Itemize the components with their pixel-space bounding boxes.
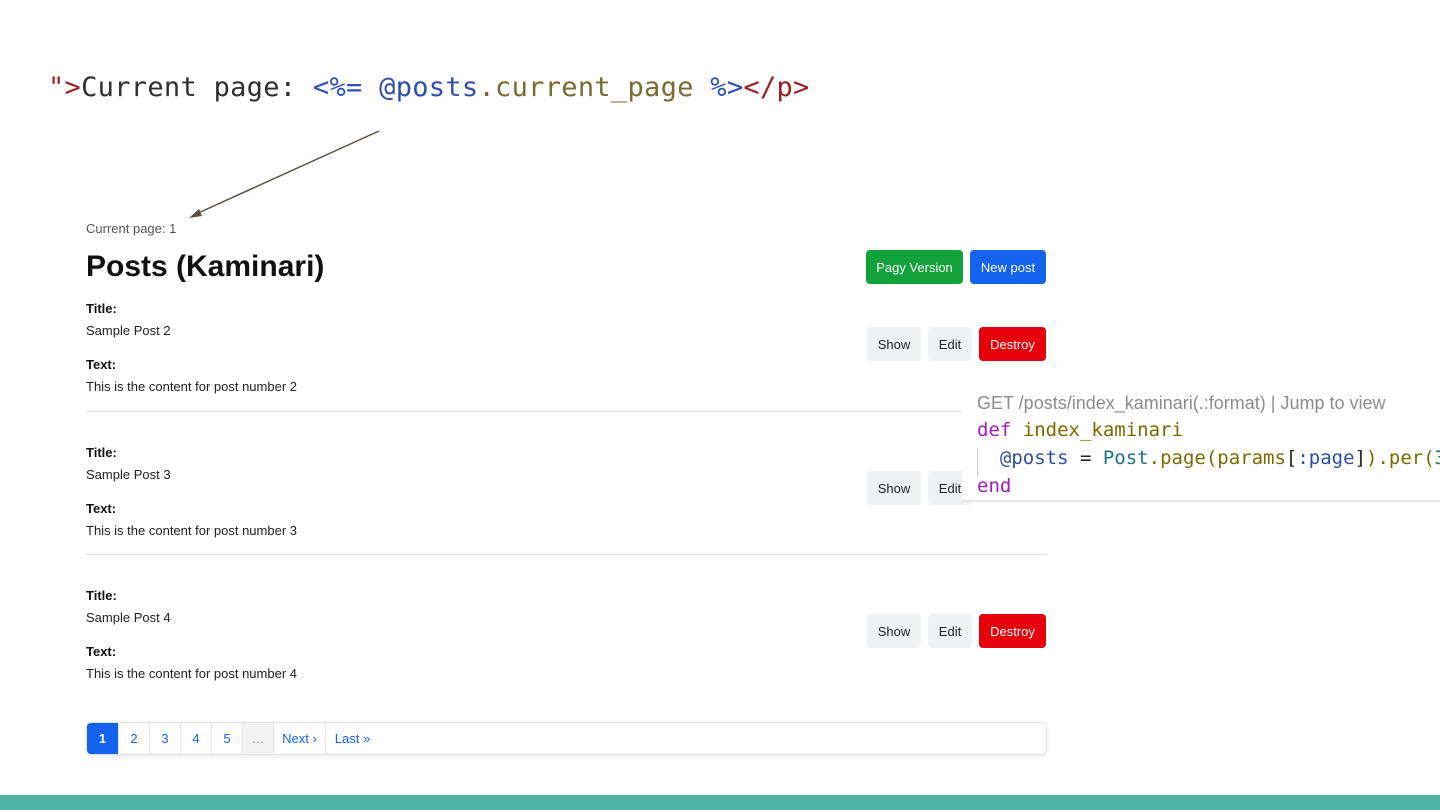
- page-title: Posts (Kaminari): [86, 250, 325, 283]
- text-label: Text:: [86, 644, 117, 659]
- title-label: Title:: [86, 301, 117, 316]
- page-link-1[interactable]: 1: [87, 723, 119, 754]
- divider: [86, 411, 1046, 412]
- title-label: Title:: [86, 588, 117, 603]
- show-button[interactable]: Show: [867, 471, 921, 505]
- code-line-def: def index_kaminari: [977, 419, 1183, 441]
- title-label: Title:: [86, 445, 117, 460]
- post-text: This is the content for post number 2: [86, 379, 297, 394]
- page-link-3[interactable]: 3: [150, 723, 181, 754]
- last-page-link[interactable]: Last »: [326, 723, 379, 754]
- code-line-assign: @posts = Post.page(params[:page]).per(3): [977, 447, 1440, 469]
- code-token: @posts: [999, 447, 1069, 469]
- code-token: ).per(: [1366, 447, 1435, 469]
- post-text: This is the content for post number 4: [86, 666, 297, 681]
- post-text: This is the content for post number 3: [86, 523, 297, 538]
- edit-button[interactable]: Edit: [928, 614, 972, 648]
- footer-bar: [0, 795, 1440, 810]
- divider: [86, 554, 1046, 555]
- new-post-button[interactable]: New post: [970, 250, 1046, 284]
- code-token: :page: [1297, 447, 1355, 469]
- edit-button[interactable]: Edit: [928, 327, 972, 361]
- pagination-gap: …: [243, 723, 274, 754]
- page-link-4[interactable]: 4: [181, 723, 212, 754]
- code-token: ]: [1354, 447, 1367, 469]
- code-token: end: [977, 475, 1012, 497]
- controller-code-panel: GET /posts/index_kaminari(.:format) | Ju…: [962, 388, 1440, 502]
- destroy-button[interactable]: Destroy: [979, 327, 1046, 361]
- show-button[interactable]: Show: [867, 614, 921, 648]
- code-token: .page(: [1148, 447, 1218, 469]
- text-label: Text:: [86, 501, 117, 516]
- next-page-link[interactable]: Next ›: [274, 723, 326, 754]
- code-token: 3: [1435, 447, 1440, 469]
- code-token: [: [1285, 447, 1298, 469]
- code-token: =: [1068, 447, 1103, 469]
- show-button[interactable]: Show: [867, 327, 921, 361]
- route-line: GET /posts/index_kaminari(.:format) | Ju…: [977, 393, 1386, 413]
- page-link-5[interactable]: 5: [212, 723, 243, 754]
- code-token: def: [977, 419, 1023, 441]
- pagination: 1 2 3 4 5 … Next › Last »: [86, 722, 1047, 755]
- destroy-button[interactable]: Destroy: [979, 614, 1046, 648]
- post-title: Sample Post 2: [86, 323, 171, 338]
- pagy-version-button[interactable]: Pagy Version: [866, 250, 963, 284]
- page-link-2[interactable]: 2: [119, 723, 150, 754]
- text-label: Text:: [86, 357, 117, 372]
- code-token: index_kaminari: [1022, 419, 1183, 441]
- code-line-end: end: [977, 475, 1011, 497]
- current-page-label: Current page: 1: [86, 221, 177, 236]
- post-title: Sample Post 4: [86, 610, 171, 625]
- code-token: params: [1217, 447, 1286, 469]
- code-token: Post: [1102, 447, 1149, 469]
- post-title: Sample Post 3: [86, 467, 171, 482]
